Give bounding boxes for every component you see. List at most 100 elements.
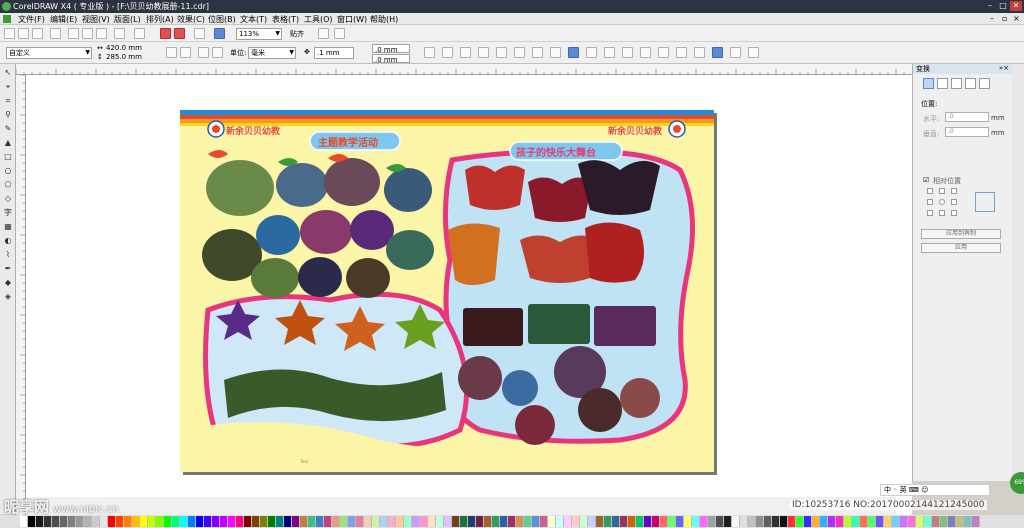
palette-swatch[interactable] xyxy=(924,516,932,527)
palette-swatch[interactable] xyxy=(452,516,460,527)
palette-swatch[interactable] xyxy=(84,516,92,527)
menu-table[interactable]: 表格(T) xyxy=(272,14,299,25)
menu-arrange[interactable]: 排列(A) xyxy=(146,14,174,25)
apply-to-duplicate-button[interactable]: 应用到再制 xyxy=(921,229,1001,239)
size-tab-icon[interactable] xyxy=(965,78,976,89)
maximize-button[interactable]: □ xyxy=(997,1,1009,11)
nudge-distance-field[interactable]: .1 mm xyxy=(314,47,354,59)
palette-swatch[interactable] xyxy=(372,516,380,527)
palette-swatch[interactable] xyxy=(788,516,796,527)
palette-swatch[interactable] xyxy=(228,516,236,527)
palette-swatch[interactable] xyxy=(676,516,684,527)
palette-swatch[interactable] xyxy=(604,516,612,527)
color-icon[interactable] xyxy=(712,47,723,58)
page-width-field[interactable]: 420.0 mm xyxy=(106,44,142,52)
palette-swatch[interactable] xyxy=(692,516,700,527)
horizontal-position-field[interactable]: .0 xyxy=(945,112,989,122)
palette-swatch[interactable] xyxy=(396,516,404,527)
palette-swatch[interactable] xyxy=(444,516,452,527)
palette-swatch[interactable] xyxy=(276,516,284,527)
menu-layout[interactable]: 版面(L) xyxy=(114,14,141,25)
scale-tab-icon[interactable] xyxy=(951,78,962,89)
palette-swatch[interactable] xyxy=(956,516,964,527)
palette-swatch[interactable] xyxy=(404,516,412,527)
palette-swatch[interactable] xyxy=(244,516,252,527)
palette-swatch[interactable] xyxy=(540,516,548,527)
palette-swatch[interactable] xyxy=(804,516,812,527)
basic-shapes-tool-icon[interactable]: ◇ xyxy=(3,194,13,204)
save-icon[interactable] xyxy=(32,28,43,39)
palette-swatch[interactable] xyxy=(532,516,540,527)
palette-swatch[interactable] xyxy=(236,516,244,527)
envelope-icon[interactable] xyxy=(622,47,633,58)
palette-swatch[interactable] xyxy=(876,516,884,527)
palette-swatch[interactable] xyxy=(260,516,268,527)
anchor-top-center[interactable] xyxy=(939,188,945,194)
palette-swatch[interactable] xyxy=(332,516,340,527)
palette-swatch[interactable] xyxy=(60,516,68,527)
undo-icon[interactable] xyxy=(114,28,125,39)
text-tool-icon[interactable]: 字 xyxy=(3,208,13,218)
grid-icon[interactable] xyxy=(442,47,453,58)
palette-swatch[interactable] xyxy=(748,516,756,527)
palette-swatch[interactable] xyxy=(92,516,100,527)
palette-swatch[interactable] xyxy=(204,516,212,527)
menu-text[interactable]: 文本(T) xyxy=(240,14,267,25)
snap-objects-icon[interactable] xyxy=(496,47,507,58)
dynamic-guides-icon[interactable] xyxy=(514,47,525,58)
cut-icon[interactable] xyxy=(68,28,79,39)
palette-swatch[interactable] xyxy=(716,516,724,527)
snap-to-menu[interactable]: 贴齐 xyxy=(290,29,304,39)
palette-swatch[interactable] xyxy=(340,516,348,527)
palette-swatch[interactable] xyxy=(948,516,956,527)
align-icon[interactable] xyxy=(460,47,471,58)
ime-toolbar[interactable]: 中 ◦ 英 ⌨ ☺ xyxy=(880,484,990,496)
duplicate-distance-y-field[interactable]: .0 mm xyxy=(372,54,410,64)
palette-swatch[interactable] xyxy=(940,516,948,527)
extrude-icon[interactable] xyxy=(640,47,651,58)
palette-swatch[interactable] xyxy=(820,516,828,527)
pages-icon[interactable] xyxy=(532,47,543,58)
anchor-bottom-left[interactable] xyxy=(927,210,933,216)
palette-swatch[interactable] xyxy=(316,516,324,527)
menu-tools[interactable]: 工具(O) xyxy=(304,14,333,25)
menu-view[interactable]: 视图(V) xyxy=(82,14,110,25)
palette-swatch[interactable] xyxy=(740,516,748,527)
palette-swatch[interactable] xyxy=(628,516,636,527)
palette-swatch[interactable] xyxy=(668,516,676,527)
palette-swatch[interactable] xyxy=(500,516,508,527)
apply-button[interactable]: 应用 xyxy=(921,243,1001,253)
palette-swatch[interactable] xyxy=(868,516,876,527)
palette-swatch[interactable] xyxy=(780,516,788,527)
welcome-screen-icon[interactable] xyxy=(214,28,225,39)
palette-swatch[interactable] xyxy=(836,516,844,527)
palette-swatch[interactable] xyxy=(620,516,628,527)
lens-icon[interactable] xyxy=(586,47,597,58)
palette-swatch[interactable] xyxy=(268,516,276,527)
eyedropper-tool-icon[interactable]: ⌇ xyxy=(3,250,13,260)
shape-tool-icon[interactable]: ⌖ xyxy=(3,82,13,92)
palette-swatch[interactable] xyxy=(428,516,436,527)
palette-swatch[interactable] xyxy=(284,516,292,527)
doc-close-button[interactable]: × xyxy=(1013,14,1020,23)
palette-swatch[interactable] xyxy=(140,516,148,527)
palette-swatch[interactable] xyxy=(684,516,692,527)
palette-swatch[interactable] xyxy=(700,516,708,527)
interactive-blend-tool-icon[interactable]: ◐ xyxy=(3,236,13,246)
anchor-middle-right[interactable] xyxy=(951,199,957,205)
palette-swatch[interactable] xyxy=(828,516,836,527)
treat-as-filled-icon[interactable] xyxy=(424,47,435,58)
anchor-top-right[interactable] xyxy=(951,188,957,194)
print-icon[interactable] xyxy=(50,28,61,39)
menu-file[interactable]: 文件(F) xyxy=(18,14,45,25)
polygon-tool-icon[interactable]: ⬠ xyxy=(3,180,13,190)
palette-swatch[interactable] xyxy=(188,516,196,527)
landscape-icon[interactable] xyxy=(180,47,191,58)
palette-swatch[interactable] xyxy=(76,516,84,527)
palette-swatch[interactable] xyxy=(516,516,524,527)
palette-swatch[interactable] xyxy=(484,516,492,527)
palette-swatch[interactable] xyxy=(412,516,420,527)
anchor-bottom-right[interactable] xyxy=(951,210,957,216)
palette-swatch[interactable] xyxy=(844,516,852,527)
duplicate-distance-x-field[interactable]: .0 mm xyxy=(372,44,410,54)
